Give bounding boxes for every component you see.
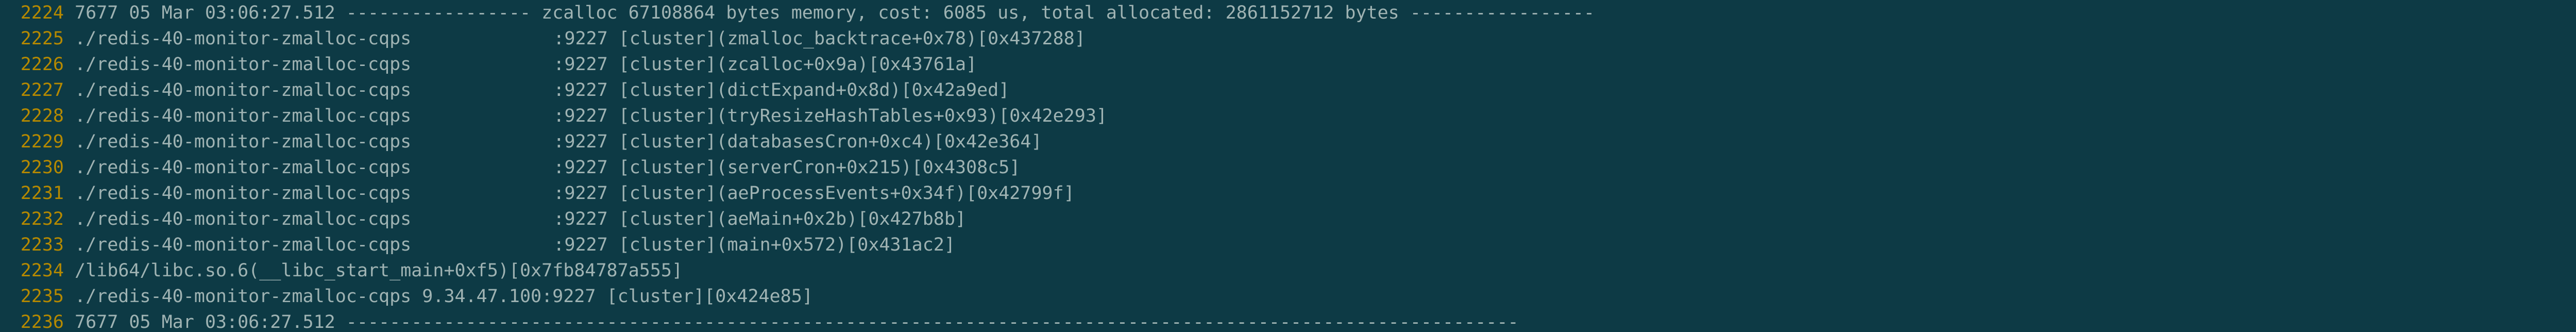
line-text-prefix: ./redis-40-monitor-zmalloc-cqps <box>75 80 422 101</box>
redacted-address <box>422 235 553 255</box>
line-text-suffix: :9227 [cluster](main+0x572)[0x431ac2] <box>553 235 955 255</box>
code-line: 2232 ./redis-40-monitor-zmalloc-cqps :92… <box>0 206 2576 232</box>
line-number: 2231 <box>20 183 64 204</box>
line-text-suffix: :9227 [cluster](aeProcessEvents+0x34f)[0… <box>553 183 1075 204</box>
redacted-address <box>422 184 553 203</box>
line-text: /lib64/libc.so.6(__libc_start_main+0xf5)… <box>75 260 683 281</box>
redacted-address <box>422 29 553 48</box>
line-text-prefix: ./redis-40-monitor-zmalloc-cqps <box>75 28 422 49</box>
code-line: 2224 7677 05 Mar 03:06:27.512 ----------… <box>0 0 2576 26</box>
line-text-prefix: ./redis-40-monitor-zmalloc-cqps <box>75 106 422 126</box>
code-line: 2227 ./redis-40-monitor-zmalloc-cqps :92… <box>0 77 2576 103</box>
redacted-address <box>422 80 553 100</box>
code-line: 2226 ./redis-40-monitor-zmalloc-cqps :92… <box>0 52 2576 77</box>
line-number: 2229 <box>20 131 64 152</box>
line-number: 2230 <box>20 157 64 178</box>
line-text-prefix: ./redis-40-monitor-zmalloc-cqps <box>75 209 422 229</box>
line-number: 2235 <box>20 286 64 307</box>
line-text: 7677 05 Mar 03:06:27.512 ---------------… <box>75 312 1519 332</box>
line-number: 2233 <box>20 235 64 255</box>
redacted-address <box>422 106 553 126</box>
code-line: 2230 ./redis-40-monitor-zmalloc-cqps :92… <box>0 155 2576 180</box>
line-text-suffix: :9227 [cluster](dictExpand+0x8d)[0x42a9e… <box>553 80 1010 101</box>
redacted-address <box>422 158 553 177</box>
line-text-prefix: ./redis-40-monitor-zmalloc-cqps <box>75 54 422 75</box>
line-text-prefix: ./redis-40-monitor-zmalloc-cqps <box>75 157 422 178</box>
line-text-suffix: :9227 [cluster](databasesCron+0xc4)[0x42… <box>553 131 1042 152</box>
line-text-prefix: ./redis-40-monitor-zmalloc-cqps <box>75 183 422 204</box>
line-number: 2224 <box>20 3 64 23</box>
code-line: 2235 ./redis-40-monitor-zmalloc-cqps 9.3… <box>0 284 2576 309</box>
line-text-prefix: ./redis-40-monitor-zmalloc-cqps <box>75 131 422 152</box>
code-line: 2229 ./redis-40-monitor-zmalloc-cqps :92… <box>0 129 2576 155</box>
line-text-suffix: :9227 [cluster](serverCron+0x215)[0x4308… <box>553 157 1021 178</box>
line-text: ./redis-40-monitor-zmalloc-cqps 9.34.47.… <box>75 286 813 307</box>
line-number: 2226 <box>20 54 64 75</box>
code-line: 2234 /lib64/libc.so.6(__libc_start_main+… <box>0 258 2576 284</box>
line-text-prefix: ./redis-40-monitor-zmalloc-cqps <box>75 235 422 255</box>
code-line: 2236 7677 05 Mar 03:06:27.512 ----------… <box>0 309 2576 332</box>
line-number: 2236 <box>20 312 64 332</box>
code-line: 2231 ./redis-40-monitor-zmalloc-cqps :92… <box>0 180 2576 206</box>
line-number: 2225 <box>20 28 64 49</box>
line-number: 2228 <box>20 106 64 126</box>
line-text-suffix: :9227 [cluster](zcalloc+0x9a)[0x43761a] <box>553 54 977 75</box>
line-number: 2232 <box>20 209 64 229</box>
redacted-address <box>422 132 553 152</box>
line-text-suffix: :9227 [cluster](aeMain+0x2b)[0x427b8b] <box>553 209 967 229</box>
redacted-address <box>422 209 553 229</box>
code-line: 2228 ./redis-40-monitor-zmalloc-cqps :92… <box>0 103 2576 129</box>
line-number: 2234 <box>20 260 64 281</box>
line-text-suffix: :9227 [cluster](tryResizeHashTables+0x93… <box>553 106 1107 126</box>
redacted-address <box>422 55 553 74</box>
code-line: 2233 ./redis-40-monitor-zmalloc-cqps :92… <box>0 232 2576 258</box>
line-text: 7677 05 Mar 03:06:27.512 ---------------… <box>75 3 1595 23</box>
line-number: 2227 <box>20 80 64 101</box>
code-line: 2225 ./redis-40-monitor-zmalloc-cqps :92… <box>0 26 2576 52</box>
terminal-editor[interactable]: 2224 7677 05 Mar 03:06:27.512 ----------… <box>0 0 2576 332</box>
line-text-suffix: :9227 [cluster](zmalloc_backtrace+0x78)[… <box>553 28 1086 49</box>
